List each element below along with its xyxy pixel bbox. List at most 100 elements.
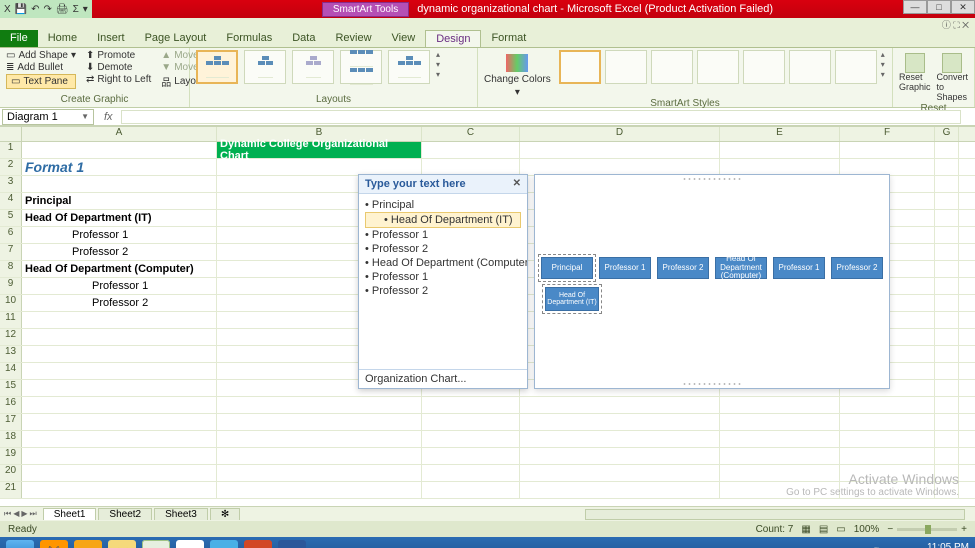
smartart-canvas[interactable]: Principal Professor 1 Professor 2 Head O… xyxy=(534,174,890,389)
tab-view[interactable]: View xyxy=(382,30,426,47)
horizontal-scrollbar[interactable] xyxy=(585,509,965,520)
zoom-out-icon[interactable]: − xyxy=(887,524,893,535)
row-header-4[interactable]: 4 xyxy=(0,193,22,209)
view-layout-icon[interactable]: ▤ xyxy=(819,524,828,535)
canvas-handle-top[interactable] xyxy=(682,177,742,181)
maximize-button[interactable]: □ xyxy=(927,0,951,14)
cell-a6[interactable]: Professor 1 xyxy=(22,227,217,243)
style-thumb-2[interactable] xyxy=(605,50,647,84)
node-hod-it[interactable]: Head Of Department (IT) xyxy=(545,287,599,311)
row-header-6[interactable]: 6 xyxy=(0,227,22,243)
layout-thumb-2[interactable] xyxy=(244,50,286,84)
style-thumb-1[interactable] xyxy=(559,50,601,84)
cell-a10[interactable]: Professor 2 xyxy=(22,295,217,311)
taskbar-clock[interactable]: 11:05 PM 06-12-2022 xyxy=(918,542,969,548)
row-header-3[interactable]: 3 xyxy=(0,176,22,192)
styles-scroll-up[interactable]: ▴ xyxy=(881,50,885,59)
sum-icon[interactable]: Σ xyxy=(73,4,79,15)
layouts-scroll-up[interactable]: ▴ xyxy=(436,50,440,59)
text-pane-button[interactable]: ▭ Text Pane xyxy=(6,74,76,89)
row-header-7[interactable]: 7 xyxy=(0,244,22,260)
row-header-9[interactable]: 9 xyxy=(0,278,22,294)
sheet-tab-3[interactable]: Sheet3 xyxy=(154,508,208,520)
formula-input[interactable] xyxy=(121,110,961,124)
tab-file[interactable]: File xyxy=(0,30,38,47)
fx-icon[interactable]: fx xyxy=(96,111,121,123)
sheet-tab-2[interactable]: Sheet2 xyxy=(98,508,152,520)
sheet-nav-prev[interactable]: ◀ xyxy=(13,509,19,519)
taskbar-excel-icon[interactable]: X xyxy=(142,540,170,548)
close-button[interactable]: ✕ xyxy=(951,0,975,14)
style-thumb-4[interactable] xyxy=(697,50,739,84)
col-header-d[interactable]: D xyxy=(520,127,720,141)
tp-item-3[interactable]: Professor 2 xyxy=(365,242,521,256)
cell-a5[interactable]: Head Of Department (IT) xyxy=(22,210,217,226)
taskbar-outlook-icon[interactable]: O xyxy=(74,540,102,548)
node-prof1b[interactable]: Professor 1 xyxy=(773,257,825,279)
qat-dropdown-icon[interactable]: ▾ xyxy=(83,4,88,15)
reset-graphic-button[interactable]: Reset Graphic xyxy=(899,53,931,93)
save-icon[interactable]: 💾 xyxy=(15,4,27,15)
col-header-e[interactable]: E xyxy=(720,127,840,141)
zoom-in-icon[interactable]: + xyxy=(961,524,967,535)
taskbar-word-icon[interactable]: W xyxy=(278,540,306,548)
cell-a9[interactable]: Professor 1 xyxy=(22,278,217,294)
namebox-dropdown-icon[interactable]: ▼ xyxy=(81,112,89,121)
cell-a8[interactable]: Head Of Department (Computer) xyxy=(22,261,217,277)
node-hod-comp[interactable]: Head Of Department (Computer) xyxy=(715,257,767,279)
tab-insert[interactable]: Insert xyxy=(87,30,135,47)
sheet-nav-last[interactable]: ⏭ xyxy=(30,509,37,519)
tab-review[interactable]: Review xyxy=(325,30,381,47)
layout-thumb-1[interactable] xyxy=(196,50,238,84)
style-thumb-7[interactable] xyxy=(835,50,877,84)
sheet-tab-1[interactable]: Sheet1 xyxy=(43,508,97,520)
row-header-10[interactable]: 10 xyxy=(0,295,22,311)
tab-data[interactable]: Data xyxy=(282,30,325,47)
change-colors-button[interactable]: Change Colors ▾ xyxy=(484,50,551,98)
tp-item-0[interactable]: Principal xyxy=(365,198,521,212)
cell-a1[interactable] xyxy=(22,142,217,158)
row-header-1[interactable]: 1 xyxy=(0,142,22,158)
add-bullet-button[interactable]: ≣ Add Bullet xyxy=(6,62,76,73)
layout-thumb-3[interactable] xyxy=(292,50,334,84)
cell-a7[interactable]: Professor 2 xyxy=(22,244,217,260)
taskbar-powerpoint-icon[interactable]: P xyxy=(244,540,272,548)
style-thumb-5[interactable] xyxy=(743,50,785,84)
tp-item-6[interactable]: Professor 2 xyxy=(365,284,521,298)
taskbar-firefox-icon[interactable]: 🦊 xyxy=(40,540,68,548)
minimize-button[interactable]: — xyxy=(903,0,927,14)
node-prof2[interactable]: Professor 2 xyxy=(657,257,709,279)
layout-thumb-4[interactable] xyxy=(340,50,382,84)
styles-more[interactable]: ▾ xyxy=(881,70,885,79)
tab-format[interactable]: Format xyxy=(481,30,536,47)
sheet-nav-next[interactable]: ▶ xyxy=(21,509,27,519)
layouts-more[interactable]: ▾ xyxy=(436,70,440,79)
tp-item-1[interactable]: Head Of Department (IT) xyxy=(365,212,521,228)
text-pane-footer[interactable]: Organization Chart... xyxy=(359,369,527,388)
canvas-handle-bottom[interactable] xyxy=(682,382,742,386)
row-header-5[interactable]: 5 xyxy=(0,210,22,226)
node-prof1[interactable]: Professor 1 xyxy=(599,257,651,279)
select-all-corner[interactable] xyxy=(0,127,22,141)
layout-thumb-5[interactable] xyxy=(388,50,430,84)
tp-item-4[interactable]: Head Of Department (Computer) xyxy=(365,256,521,270)
row-header-2[interactable]: 2 xyxy=(0,159,22,175)
tab-design[interactable]: Design xyxy=(425,30,481,47)
col-header-f[interactable]: F xyxy=(840,127,935,141)
node-prof2b[interactable]: Professor 2 xyxy=(831,257,883,279)
cell-a2[interactable]: Format 1 xyxy=(22,159,217,175)
convert-shapes-button[interactable]: Convert to Shapes xyxy=(937,53,969,103)
row-header-8[interactable]: 8 xyxy=(0,261,22,277)
taskbar-chrome-icon[interactable]: ◉ xyxy=(176,540,204,548)
col-header-a[interactable]: A xyxy=(22,127,217,141)
layouts-scroll-down[interactable]: ▾ xyxy=(436,60,440,69)
text-pane-list[interactable]: Principal Head Of Department (IT) Profes… xyxy=(359,194,527,369)
tab-formulas[interactable]: Formulas xyxy=(216,30,282,47)
start-button[interactable]: ⊞ xyxy=(6,540,34,548)
style-thumb-3[interactable] xyxy=(651,50,693,84)
view-normal-icon[interactable]: ▦ xyxy=(801,524,810,535)
text-pane-close-icon[interactable]: ✕ xyxy=(513,178,521,190)
undo-icon[interactable]: ↶ xyxy=(31,4,39,15)
promote-button[interactable]: ⬆ Promote xyxy=(86,50,151,61)
demote-button[interactable]: ⬇ Demote xyxy=(86,62,151,73)
